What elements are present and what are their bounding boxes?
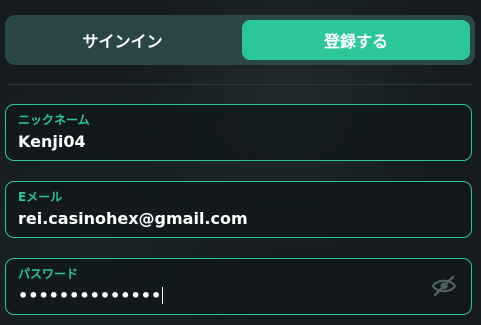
password-input[interactable]: ••••••••••••••	[18, 286, 164, 306]
text-caret	[162, 287, 164, 304]
eye-off-icon[interactable]	[431, 275, 457, 297]
email-input[interactable]: rei.casinohex@gmail.com	[18, 209, 248, 229]
tab-register[interactable]: 登録する	[242, 20, 470, 60]
divider	[7, 84, 473, 85]
password-value: ••••••••••••••	[18, 286, 162, 305]
email-field[interactable]: Eメール rei.casinohex@gmail.com	[5, 181, 472, 238]
password-label: パスワード	[18, 267, 79, 281]
nickname-field[interactable]: ニックネーム Kenji04	[5, 104, 472, 161]
tab-signin[interactable]: サインイン	[10, 20, 235, 60]
email-label: Eメール	[18, 190, 63, 204]
nickname-label: ニックネーム	[18, 113, 90, 127]
password-field[interactable]: パスワード ••••••••••••••	[5, 258, 472, 315]
nickname-input[interactable]: Kenji04	[18, 132, 86, 152]
auth-tabs: サインイン 登録する	[5, 15, 475, 65]
